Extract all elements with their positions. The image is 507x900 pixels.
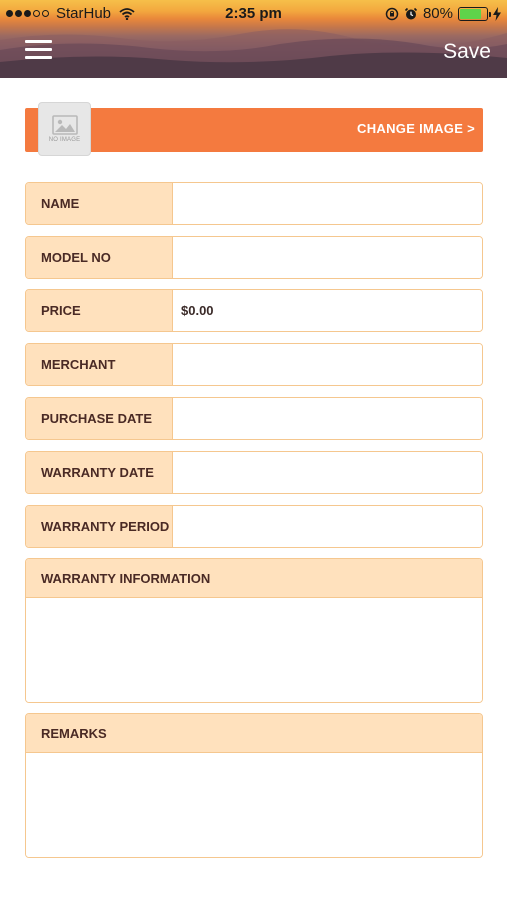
product-image-thumbnail[interactable]: NO IMAGE <box>38 102 91 156</box>
change-image-button[interactable]: CHANGE IMAGE > <box>357 121 475 136</box>
remarks-field[interactable] <box>26 753 482 857</box>
name-row: NAME <box>25 182 483 225</box>
warranty-information-label: WARRANTY INFORMATION <box>26 559 482 598</box>
warranty-period-field[interactable] <box>173 506 482 547</box>
hamburger-menu-icon[interactable] <box>25 40 52 61</box>
save-button[interactable]: Save <box>443 40 491 64</box>
merchant-label: MERCHANT <box>26 344 173 385</box>
name-field[interactable] <box>173 183 482 224</box>
warranty-date-label: WARRANTY DATE <box>26 452 173 493</box>
name-label: NAME <box>26 183 173 224</box>
battery-percent: 80% <box>422 5 453 22</box>
remarks-label: REMARKS <box>26 714 482 753</box>
warranty-period-row: WARRANTY PERIOD <box>25 505 483 548</box>
warranty-information-block: WARRANTY INFORMATION <box>25 558 483 703</box>
model-no-row: MODEL NO <box>25 236 483 279</box>
image-placeholder-icon <box>51 115 78 135</box>
remarks-block: REMARKS <box>25 713 483 858</box>
price-field[interactable] <box>173 290 482 331</box>
warranty-information-field[interactable] <box>26 598 482 702</box>
charging-bolt-icon <box>493 6 501 21</box>
rotation-lock-icon <box>385 7 399 20</box>
warranty-date-field[interactable] <box>173 452 482 493</box>
app-header: StarHub 2:35 pm 80% Save <box>0 0 507 78</box>
price-row: PRICE <box>25 289 483 332</box>
warranty-period-label: WARRANTY PERIOD <box>26 506 173 547</box>
model-no-label: MODEL NO <box>26 237 173 278</box>
price-label: PRICE <box>26 290 173 331</box>
purchase-date-row: PURCHASE DATE <box>25 397 483 440</box>
merchant-row: MERCHANT <box>25 343 483 386</box>
warranty-date-row: WARRANTY DATE <box>25 451 483 494</box>
model-no-field[interactable] <box>173 237 482 278</box>
purchase-date-field[interactable] <box>173 398 482 439</box>
battery-icon <box>458 6 491 21</box>
alarm-clock-icon <box>404 7 418 19</box>
merchant-field[interactable] <box>173 344 482 385</box>
purchase-date-label: PURCHASE DATE <box>26 398 173 439</box>
no-image-text: NO IMAGE <box>48 137 81 143</box>
status-bar: StarHub 2:35 pm 80% <box>0 0 507 28</box>
